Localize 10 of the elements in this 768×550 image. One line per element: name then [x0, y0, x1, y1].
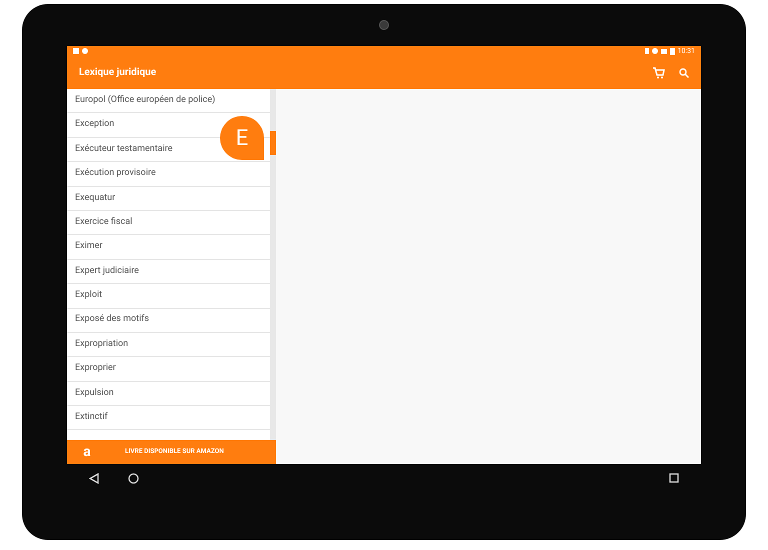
recents-icon[interactable]: [669, 473, 679, 483]
cart-icon[interactable]: [653, 66, 665, 78]
camera-icon: [379, 20, 389, 30]
app-title: Lexique juridique: [79, 66, 158, 80]
back-icon[interactable]: [89, 472, 99, 484]
scrollbar-thumb[interactable]: [270, 131, 276, 156]
search-icon[interactable]: [679, 68, 689, 78]
home-icon[interactable]: [128, 472, 139, 484]
amazon-logo: a: [82, 445, 92, 459]
index-bubble: E: [220, 116, 264, 160]
